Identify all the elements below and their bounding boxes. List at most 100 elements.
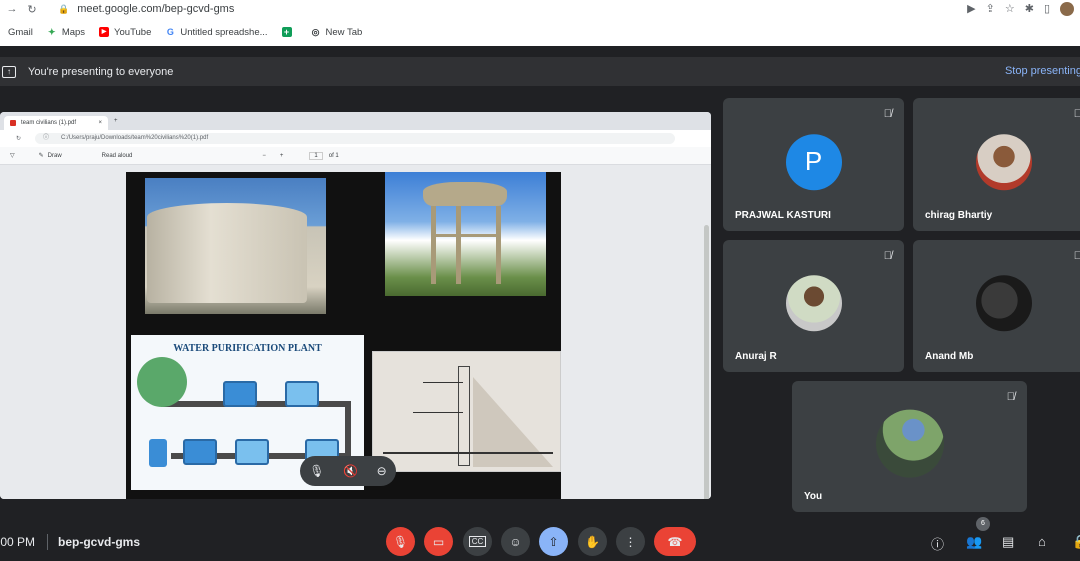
avatar bbox=[785, 275, 842, 332]
bookmark-spreadsheet[interactable]: G Untitled spreadshe... bbox=[165, 27, 268, 38]
maps-icon: ✦ bbox=[48, 27, 56, 37]
address-bar[interactable]: 🔒 meet.google.com/bep-gcvd-gms bbox=[58, 3, 234, 15]
present-screen-icon: ↑ bbox=[2, 65, 16, 78]
emoji-icon: ☺ bbox=[509, 534, 522, 549]
presenting-status: You're presenting to everyone bbox=[28, 65, 174, 78]
more-options-button[interactable]: ⋮ bbox=[616, 527, 645, 556]
close-icon: × bbox=[98, 120, 102, 126]
meet-control-bar: :00 PM bep-gcvd-gms 🎙 ▭ CC ☺ ⇧ ✋ ⋮ ☎ ⓘ 👥… bbox=[0, 516, 1080, 561]
shared-url-box: ⓘ C:/Users/praju/Downloads/team%20civilia… bbox=[35, 133, 676, 144]
bookmarks-bar: Gmail ✦ Maps ▶ YouTube G Untitled spreadshe… bbox=[0, 22, 1080, 42]
draw-label: Draw bbox=[47, 152, 62, 159]
extensions-icon[interactable]: ✱ bbox=[1025, 2, 1034, 16]
sheets-icon: + bbox=[281, 27, 292, 37]
participant-name: You bbox=[804, 491, 823, 502]
bookmark-youtube[interactable]: ▶ YouTube bbox=[99, 27, 151, 38]
zoom-out-icon: − bbox=[262, 152, 266, 159]
participant-name: Anuraj R bbox=[735, 351, 777, 362]
page-total: of 1 bbox=[328, 152, 339, 159]
address-bar-row: → ↻ 🔒 meet.google.com/bep-gcvd-gms ▶ ⇪ ☆ … bbox=[0, 0, 1080, 18]
bookmark-new-tab[interactable]: ◎ New Tab bbox=[311, 27, 363, 38]
camera-icon[interactable]: ▶ bbox=[967, 2, 975, 16]
avatar: P bbox=[785, 133, 842, 190]
stop-presenting-button[interactable]: Stop presenting bbox=[1005, 65, 1080, 77]
forward-icon[interactable]: → bbox=[4, 3, 20, 15]
activities-icon[interactable]: ⌂ bbox=[1038, 534, 1046, 549]
google-icon: G bbox=[166, 27, 174, 37]
presenting-bar: ↑ You're presenting to everyone Stop pre… bbox=[0, 57, 1080, 86]
participant-name: PRAJWAL KASTURI bbox=[735, 210, 831, 221]
avatar bbox=[875, 409, 944, 478]
storage-tank-photo bbox=[145, 178, 326, 314]
sidepanel-icon[interactable]: ▯ bbox=[1044, 2, 1050, 16]
url-text: meet.google.com/bep-gcvd-gms bbox=[77, 3, 235, 15]
host-controls-icon[interactable]: 🔒 bbox=[1072, 534, 1080, 550]
camera-off-icon: ▭ bbox=[432, 534, 445, 549]
bookmark-gmail[interactable]: Gmail bbox=[8, 27, 33, 38]
bookmark-maps[interactable]: ✦ Maps bbox=[47, 27, 85, 38]
globe-icon: ◎ bbox=[311, 27, 320, 37]
star-icon[interactable]: ☆ bbox=[1005, 2, 1015, 16]
pdf-icon bbox=[10, 120, 16, 126]
share-controls-pill: 🎙 🔇 ⊖ bbox=[300, 456, 396, 486]
leave-call-button[interactable]: ☎ bbox=[654, 527, 696, 556]
pdf-scrollbar[interactable] bbox=[704, 225, 709, 499]
bookmark-sheets[interactable]: + bbox=[281, 27, 297, 37]
captions-button[interactable]: CC bbox=[463, 527, 492, 556]
new-tab-icon: + bbox=[114, 118, 118, 124]
participant-tile[interactable]: 🎙̸ Anand Mb bbox=[913, 240, 1080, 372]
reactions-button[interactable]: ☺ bbox=[501, 527, 530, 556]
mic-off-icon: 🎙 bbox=[392, 534, 409, 549]
clock: :00 PM bbox=[0, 535, 36, 549]
share-icon[interactable]: ⇪ bbox=[986, 2, 995, 16]
browser-actions: ▶ ⇪ ☆ ✱ ▯ bbox=[967, 2, 1074, 16]
present-screen-icon: ⇧ bbox=[548, 534, 559, 549]
participant-tile[interactable]: 🎙̸ chirag Bhartiy bbox=[913, 98, 1080, 231]
reload-icon: ↻ bbox=[16, 136, 22, 142]
divider bbox=[47, 534, 48, 550]
participant-name: Anand Mb bbox=[925, 351, 974, 362]
minimize-icon[interactable]: ⊖ bbox=[377, 464, 387, 478]
mic-toggle-button[interactable]: 🎙 bbox=[386, 527, 415, 556]
slide-title: WATER PURIFICATION PLANT bbox=[173, 343, 322, 354]
mic-off-icon[interactable]: 🎙 bbox=[309, 464, 324, 478]
youtube-icon: ▶ bbox=[99, 27, 110, 37]
reload-icon[interactable]: ↻ bbox=[24, 3, 40, 16]
self-tile[interactable]: 🎙̸ You bbox=[792, 381, 1027, 512]
shared-screen: team civilians (1).pdf × + ↻ ⓘ C:/Users/pr… bbox=[0, 112, 711, 499]
camera-toggle-button[interactable]: ▭ bbox=[424, 527, 453, 556]
shared-address-bar: ↻ ⓘ C:/Users/praju/Downloads/team%20civil… bbox=[0, 130, 711, 147]
zoom-in-icon: + bbox=[279, 152, 284, 159]
chat-icon[interactable]: ▤ bbox=[1002, 534, 1014, 550]
speaker-off-icon[interactable]: 🔇 bbox=[343, 464, 358, 478]
people-count-badge: 6 bbox=[976, 517, 990, 531]
draw-icon: ✎ bbox=[38, 153, 44, 159]
raise-hand-button[interactable]: ✋ bbox=[578, 527, 607, 556]
pdf-page: WATER PURIFICATION PLANT bbox=[126, 172, 561, 499]
lock-icon: 🔒 bbox=[58, 4, 70, 14]
mic-off-icon: 🎙̸ bbox=[1073, 108, 1080, 120]
pdf-toolbar: ▽ ✎ Draw Read aloud − + 1 of 1 bbox=[0, 147, 711, 165]
mic-off-icon: 🎙̸ bbox=[1073, 250, 1080, 262]
hang-up-icon: ☎ bbox=[667, 534, 683, 549]
people-icon[interactable]: 👥 bbox=[966, 534, 982, 550]
info-icon[interactable]: ⓘ bbox=[931, 534, 944, 553]
shared-tab-strip: team civilians (1).pdf × + bbox=[0, 112, 711, 130]
present-button[interactable]: ⇧ bbox=[539, 527, 568, 556]
water-tower-photo bbox=[385, 172, 546, 296]
pdf-viewport: WATER PURIFICATION PLANT 🎙 🔇 ⊖ bbox=[0, 165, 711, 499]
participant-name: chirag Bhartiy bbox=[925, 210, 993, 221]
meeting-code: bep-gcvd-gms bbox=[58, 535, 141, 549]
more-vert-icon: ⋮ bbox=[624, 534, 637, 549]
page-number: 1 bbox=[309, 151, 323, 160]
mic-off-icon: 🎙̸ bbox=[883, 108, 892, 120]
profile-avatar[interactable] bbox=[1060, 2, 1074, 16]
avatar bbox=[975, 275, 1032, 332]
mic-off-icon: 🎙̸ bbox=[883, 250, 892, 262]
participant-tile[interactable]: 🎙̸ Anuraj R bbox=[723, 240, 904, 372]
mic-off-icon: 🎙̸ bbox=[1006, 391, 1015, 403]
read-aloud-label: Read aloud bbox=[101, 152, 133, 159]
avatar bbox=[975, 133, 1032, 190]
participant-tile[interactable]: 🎙̸ P PRAJWAL KASTURI bbox=[723, 98, 904, 231]
captions-icon: CC bbox=[468, 536, 487, 547]
